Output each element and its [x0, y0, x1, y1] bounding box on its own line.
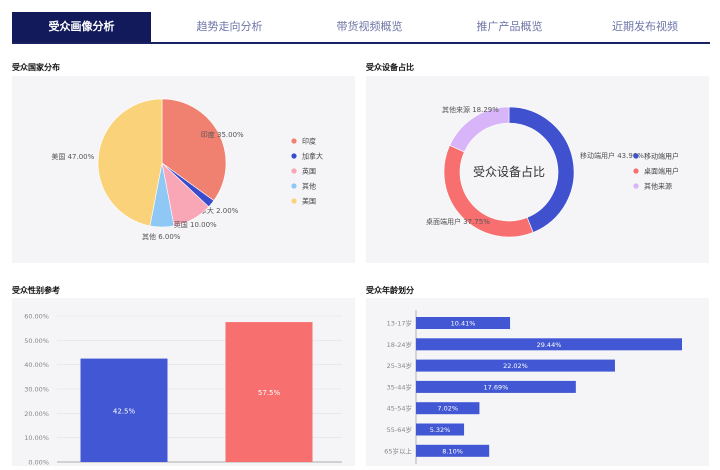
country-legend-marker-2: [291, 168, 297, 174]
gender-bar-chart: 0.00% 10.00% 20.00% 30.00% 40.00% 50.00% 60.00…: [24, 313, 342, 467]
age-bar-label-2: 22.02%: [503, 362, 528, 370]
country-chart-panel: 印度 35.00% 加拿大 2.00% 英国 10.00% 其他 6.00% 美国 47…: [12, 76, 355, 263]
age-category-label-3: 35-44岁: [387, 382, 412, 391]
device-slice-label-1: 桌面端用户 37.75%: [426, 217, 490, 226]
country-legend-marker-0: [291, 138, 297, 144]
country-legend-label-2: 英国: [302, 167, 316, 176]
country-pie-chart: 印度 35.00%加拿大 2.00%英国 10.00%其他 6.00%美国 47…: [51, 98, 323, 241]
gender-ytick-label-3: 30.00%: [24, 386, 49, 394]
age-category-label-6: 65岁以上: [384, 446, 412, 455]
device-legend-label-1: 桌面端用户: [644, 167, 679, 176]
age-bar-label-5: 5.32%: [430, 426, 451, 434]
country-legend-marker-3: [291, 183, 297, 189]
tab-trend-analysis[interactable]: 趋势走向分析: [160, 12, 299, 42]
country-slice-label-2: 英国 10.00%: [174, 220, 217, 229]
country-legend-marker-4: [291, 198, 297, 204]
country-legend-label-4: 美国: [302, 197, 316, 206]
age-category-label-5: 55-64岁: [387, 425, 412, 434]
age-bar-label-6: 8.10%: [442, 447, 463, 455]
tab-product-overview[interactable]: 推广产品概览: [440, 12, 579, 42]
age-bar-chart: 13-17岁 10.41% 18-24岁 29.44% 25-34岁 22.02% 35-4…: [384, 310, 682, 464]
device-section-title: 受众设备占比: [366, 63, 414, 72]
age-category-label-0: 13-17岁: [387, 319, 412, 328]
country-slice-label-0: 印度 35.00%: [201, 130, 244, 139]
gender-bar-label-1: 57.5%: [258, 389, 281, 397]
tab-video-overview[interactable]: 带货视频概览: [300, 12, 439, 42]
age-bar-label-0: 10.41%: [451, 320, 476, 328]
device-legend-marker-0: [633, 153, 639, 159]
gender-ytick-label-6: 60.00%: [24, 313, 49, 321]
gender-section-title: 受众性别参考: [12, 286, 60, 295]
device-legend-marker-2: [633, 183, 639, 189]
age-category-label-1: 18-24岁: [387, 340, 412, 349]
country-section-title: 受众国家分布: [12, 63, 60, 72]
age-category-label-2: 25-34岁: [387, 361, 412, 370]
gender-ytick-label-5: 50.00%: [24, 337, 49, 345]
country-legend-label-0: 印度: [302, 137, 316, 146]
age-chart-panel: 13-17岁 10.41% 18-24岁 29.44% 25-34岁 22.02% 35-4…: [366, 298, 709, 466]
country-slice-4: [97, 98, 163, 227]
device-donut-chart: 移动端用户 43.96%桌面端用户 37.75%其他来源 18.29%受众设备占…: [426, 105, 679, 238]
device-legend-label-0: 移动端用户: [644, 152, 679, 161]
device-center-text: 受众设备占比: [473, 164, 545, 179]
age-section-title: 受众年龄划分: [366, 286, 414, 295]
gender-ytick-label-4: 40.00%: [24, 361, 49, 369]
device-chart-panel: 移动端用户 43.96% 桌面端用户 37.75% 其他来源 18.29% 受众设备占…: [366, 76, 709, 263]
tab-recent-videos[interactable]: 近期发布视频: [580, 12, 710, 42]
tab-bar: 受众画像分析 趋势走向分析 带货视频概览 推广产品概览 近期发布视频: [12, 12, 710, 44]
tab-audience-profile[interactable]: 受众画像分析: [12, 12, 151, 42]
age-bar-label-3: 17.69%: [484, 383, 509, 391]
country-legend-marker-1: [291, 153, 297, 159]
age-bar-label-4: 7.02%: [437, 405, 458, 413]
age-bar-label-1: 29.44%: [537, 341, 562, 349]
gender-chart-panel: 0.00% 10.00% 20.00% 30.00% 40.00% 50.00% 60.00…: [12, 298, 355, 467]
age-category-label-4: 45-54岁: [387, 404, 412, 413]
gender-bar-label-0: 42.5%: [113, 407, 136, 415]
gender-ytick-label-2: 20.00%: [24, 410, 49, 418]
country-slice-label-3: 其他 6.00%: [142, 232, 181, 241]
gender-ytick-label-0: 0.00%: [28, 459, 49, 467]
device-legend-label-2: 其他来源: [644, 182, 672, 191]
country-slice-label-4: 美国 47.00%: [51, 152, 94, 161]
device-legend-marker-1: [633, 168, 639, 174]
device-slice-label-2: 其他来源 18.29%: [442, 105, 499, 114]
gender-ytick-label-1: 10.00%: [24, 434, 49, 442]
country-legend-label-3: 其他: [302, 182, 316, 191]
country-legend-label-1: 加拿大: [302, 152, 323, 161]
